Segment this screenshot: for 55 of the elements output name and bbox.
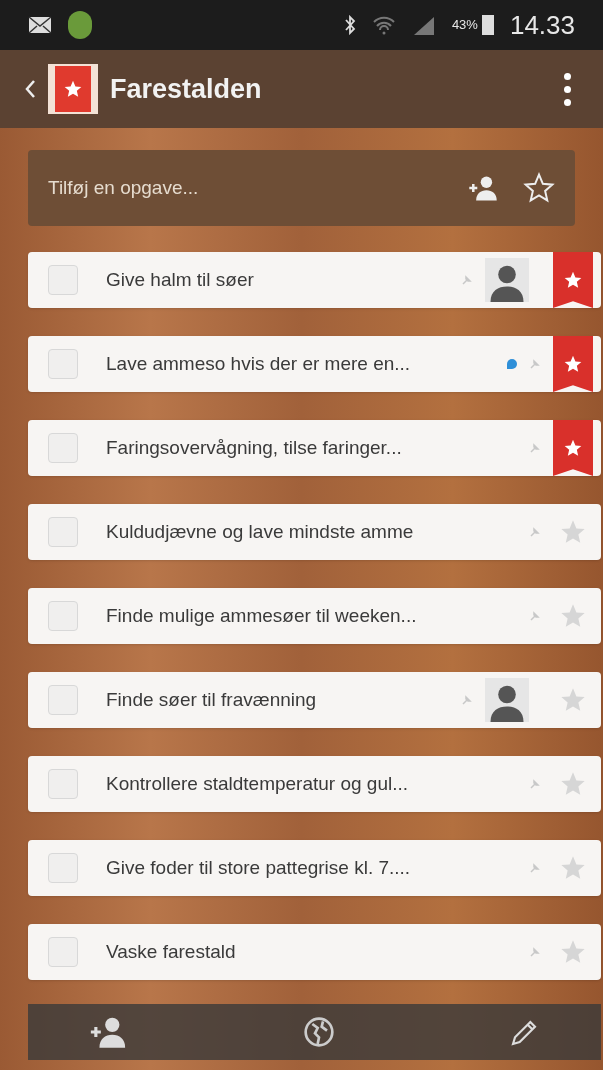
task-checkbox[interactable] — [48, 349, 78, 379]
add-task-input[interactable]: Tilføj en opgave... — [48, 173, 443, 203]
pin-icon — [461, 274, 473, 286]
task-title: Give halm til søer — [106, 267, 254, 292]
task-row[interactable]: Vaske farestald — [28, 924, 601, 980]
star-icon — [563, 354, 583, 374]
mail-icon — [28, 15, 52, 35]
starred-ribbon[interactable] — [553, 420, 593, 476]
task-title: Kontrollere staldtemperatur og gul... — [106, 771, 409, 796]
task-checkbox[interactable] — [48, 937, 78, 967]
task-row[interactable]: Finde søer til fravænning — [28, 672, 601, 728]
add-person-icon[interactable] — [467, 174, 499, 202]
list-title: Farestalden — [110, 72, 262, 106]
bluetooth-icon — [343, 15, 356, 35]
pin-icon — [529, 946, 541, 958]
battery-percent: 43% — [451, 16, 478, 35]
starred-ribbon[interactable] — [553, 336, 593, 392]
star-icon — [563, 438, 583, 458]
task-title: Vaske farestald — [106, 939, 236, 964]
task-checkbox[interactable] — [48, 433, 78, 463]
task-checkbox[interactable] — [48, 517, 78, 547]
task-checkbox[interactable] — [48, 685, 78, 715]
battery-icon — [481, 15, 494, 35]
task-title: Faringsovervågning, tilse faringer... — [106, 435, 402, 460]
pin-icon — [529, 526, 541, 538]
starred-ribbon[interactable] — [553, 252, 593, 308]
star-icon — [563, 270, 583, 290]
task-row[interactable]: Finde mulige ammesøer til weeken... — [28, 588, 601, 644]
task-title: Lave ammeso hvis der er mere en... — [106, 351, 411, 376]
add-task-field[interactable]: Tilføj en opgave... — [28, 150, 575, 226]
wifi-icon — [371, 15, 396, 35]
task-checkbox[interactable] — [48, 853, 78, 883]
globe-icon[interactable] — [302, 1016, 335, 1048]
logo-star-icon — [63, 79, 83, 99]
star-outline-icon — [523, 172, 555, 204]
task-checkbox[interactable] — [48, 769, 78, 799]
pin-icon — [529, 442, 541, 454]
pin-icon — [461, 694, 473, 706]
task-row[interactable]: Faringsovervågning, tilse faringer... — [28, 420, 601, 476]
task-row[interactable]: Give halm til søer — [28, 252, 601, 308]
pin-icon — [529, 610, 541, 622]
task-title: Give foder til store pattegrise kl. 7.... — [106, 855, 411, 880]
task-title: Kuldudjævne og lave mindste amme — [106, 519, 414, 544]
task-checkbox[interactable] — [48, 601, 78, 631]
pin-icon — [529, 358, 541, 370]
task-title: Finde søer til fravænning — [106, 687, 317, 712]
pin-icon — [529, 778, 541, 790]
task-checkbox[interactable] — [48, 265, 78, 295]
task-row[interactable]: Lave ammeso hvis der er mere en... — [28, 336, 601, 392]
pin-icon — [529, 862, 541, 874]
clock-time: 14.33 — [509, 8, 575, 42]
task-row[interactable]: Kuldudjævne og lave mindste amme — [28, 504, 601, 560]
task-row[interactable]: Kontrollere staldtemperatur og gul... — [28, 756, 601, 812]
task-title: Finde mulige ammesøer til weeken... — [106, 603, 417, 628]
task-row[interactable]: Give foder til store pattegrise kl. 7.... — [28, 840, 601, 896]
